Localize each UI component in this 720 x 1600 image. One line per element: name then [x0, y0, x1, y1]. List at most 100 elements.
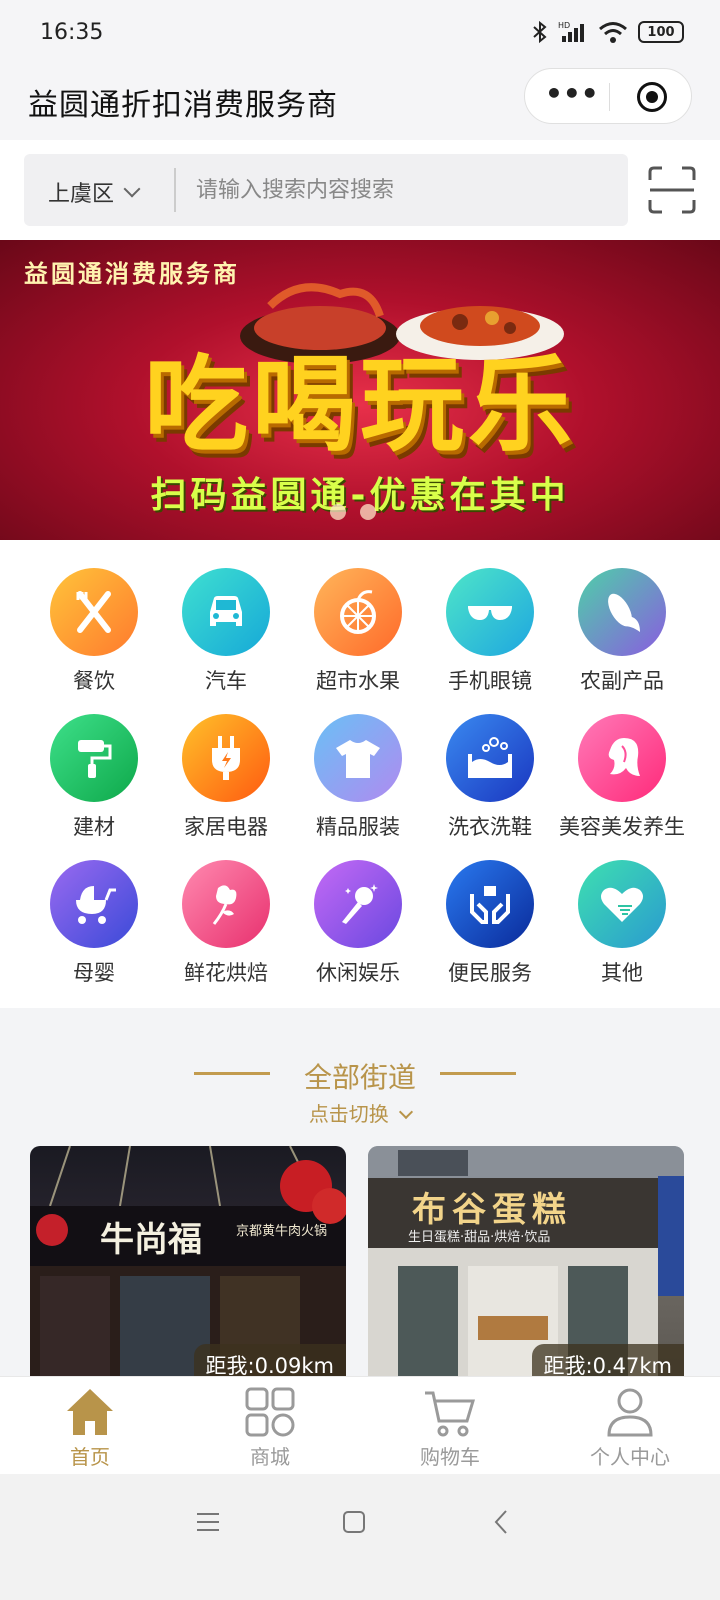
- plug-icon: [182, 714, 270, 802]
- street-title: 全部街道: [303, 1061, 416, 1094]
- category-phone-glasses[interactable]: 手机眼镜: [424, 568, 556, 696]
- tab-cart[interactable]: 购物车: [360, 1377, 540, 1474]
- category-maternity[interactable]: 母婴: [28, 860, 160, 988]
- category-building-materials[interactable]: 建材: [28, 714, 160, 842]
- search-box: 上虞区: [24, 154, 628, 226]
- miniprogram-capsule: •••: [524, 68, 692, 124]
- category-panel: 餐饮 汽车 超市水果 手机眼镜 农副产品 建材 家居电器 精品服装 洗衣洗鞋 美…: [0, 540, 720, 1008]
- store-subtitle: 生日蛋糕·甜品·烘焙·饮品: [408, 1230, 551, 1245]
- tab-label: 个人中心: [590, 1445, 670, 1469]
- category-label: 休闲娱乐: [316, 961, 400, 985]
- tab-label: 购物车: [420, 1445, 480, 1469]
- banner-brand: 益圆通消费服务商: [24, 260, 240, 288]
- utensils-icon: [50, 568, 138, 656]
- system-nav-bar: [0, 1474, 720, 1600]
- status-time: 16:35: [40, 20, 104, 45]
- category-convenience[interactable]: 便民服务: [424, 860, 556, 988]
- hands-box-icon: [446, 860, 534, 948]
- promo-banner[interactable]: 益圆通消费服务商 吃喝玩乐 扫码益圆通-优惠在其中: [0, 240, 720, 540]
- tab-label: 商城: [250, 1445, 290, 1469]
- street-switch-label: 点击切换: [308, 1102, 389, 1126]
- bottom-tabbar: 首页 商城 购物车 个人中心: [0, 1376, 720, 1474]
- status-bar: 16:35 HD 100: [0, 0, 720, 66]
- category-car[interactable]: 汽车: [160, 568, 292, 696]
- category-label: 农副产品: [580, 669, 664, 693]
- category-label: 洗衣洗鞋: [448, 815, 532, 839]
- category-label: 鲜花烘焙: [184, 961, 268, 985]
- bluetooth-icon: [533, 20, 547, 44]
- district-label: 上虞区: [48, 182, 115, 207]
- banner-headline: 吃喝玩乐: [143, 344, 576, 466]
- menu-icon[interactable]: [196, 1510, 220, 1534]
- category-supermarket[interactable]: 超市水果: [292, 568, 424, 696]
- store-photo: [368, 1146, 684, 1376]
- category-label: 餐饮: [73, 669, 115, 693]
- category-dining[interactable]: 餐饮: [28, 568, 160, 696]
- wifi-icon: [599, 22, 627, 43]
- category-label: 家居电器: [184, 815, 268, 839]
- tab-mall[interactable]: 商城: [180, 1377, 360, 1474]
- signal-icon: HD: [558, 21, 584, 42]
- store-sign: 牛尚福: [100, 1220, 202, 1260]
- category-laundry[interactable]: 洗衣洗鞋: [424, 714, 556, 842]
- glasses-icon: [446, 568, 534, 656]
- scan-icon[interactable]: [648, 166, 696, 214]
- svg-text:HD: HD: [558, 21, 570, 30]
- grid-icon: [245, 1387, 295, 1437]
- category-label: 手机眼镜: [448, 669, 532, 693]
- carousel-dot[interactable]: [330, 504, 346, 520]
- car-icon: [182, 568, 270, 656]
- tab-profile[interactable]: 个人中心: [540, 1377, 720, 1474]
- home-square-icon[interactable]: [342, 1510, 366, 1534]
- district-selector[interactable]: 上虞区: [48, 176, 141, 208]
- close-miniprogram-icon[interactable]: [637, 82, 667, 112]
- status-icons: HD 100: [532, 20, 684, 44]
- carousel-dot[interactable]: [360, 504, 376, 520]
- street-switch[interactable]: 点击切换: [0, 1098, 720, 1127]
- store-distance: 距我:0.47km: [531, 1344, 684, 1376]
- store-card[interactable]: 布谷蛋糕 生日蛋糕·甜品·烘焙·饮品 距我:0.47km: [368, 1146, 684, 1376]
- search-row: 上虞区: [0, 140, 720, 240]
- battery-indicator: 100: [638, 21, 684, 43]
- orange-icon: [314, 568, 402, 656]
- category-label: 母婴: [73, 961, 115, 985]
- stroller-icon: [50, 860, 138, 948]
- category-beauty[interactable]: 美容美发养生: [556, 714, 688, 842]
- capsule-divider: [609, 83, 610, 111]
- search-divider: [174, 168, 176, 212]
- street-section: 全部街道 点击切换 牛尚福 京都黄牛肉火锅 距我:0.09km 布谷蛋糕 生日蛋…: [0, 1008, 720, 1376]
- heart-hand-icon: [578, 860, 666, 948]
- tab-home[interactable]: 首页: [0, 1377, 180, 1474]
- store-card[interactable]: 牛尚福 京都黄牛肉火锅 距我:0.09km: [30, 1146, 346, 1376]
- category-agriculture[interactable]: 农副产品: [556, 568, 688, 696]
- home-icon: [67, 1389, 113, 1435]
- washing-icon: [446, 714, 534, 802]
- category-clothing[interactable]: 精品服装: [292, 714, 424, 842]
- category-other[interactable]: 其他: [556, 860, 688, 988]
- page-title: 益圆通折扣消费服务商: [28, 88, 338, 123]
- category-label: 建材: [73, 815, 115, 839]
- category-entertainment[interactable]: 休闲娱乐: [292, 860, 424, 988]
- store-sign: 布谷蛋糕: [412, 1190, 572, 1230]
- carousel-dots: [330, 504, 376, 520]
- microphone-icon: [314, 860, 402, 948]
- category-label: 精品服装: [316, 815, 400, 839]
- woman-hair-icon: [578, 714, 666, 802]
- more-options-icon[interactable]: •••: [545, 79, 599, 109]
- corn-icon: [578, 568, 666, 656]
- store-distance: 距我:0.09km: [193, 1344, 346, 1376]
- flower-icon: [182, 860, 270, 948]
- paint-roller-icon: [50, 714, 138, 802]
- category-home-appliances[interactable]: 家居电器: [160, 714, 292, 842]
- tshirt-icon: [314, 714, 402, 802]
- category-label: 超市水果: [316, 669, 400, 693]
- search-input[interactable]: [196, 170, 606, 210]
- chevron-down-icon: [399, 1104, 414, 1120]
- back-icon[interactable]: [490, 1508, 514, 1536]
- category-flowers-bakery[interactable]: 鲜花烘焙: [160, 860, 292, 988]
- category-label: 便民服务: [448, 961, 532, 985]
- store-subtitle: 京都黄牛肉火锅: [236, 1224, 328, 1239]
- category-label: 汽车: [205, 669, 247, 693]
- cart-icon: [425, 1391, 476, 1437]
- category-label: 其他: [601, 961, 643, 985]
